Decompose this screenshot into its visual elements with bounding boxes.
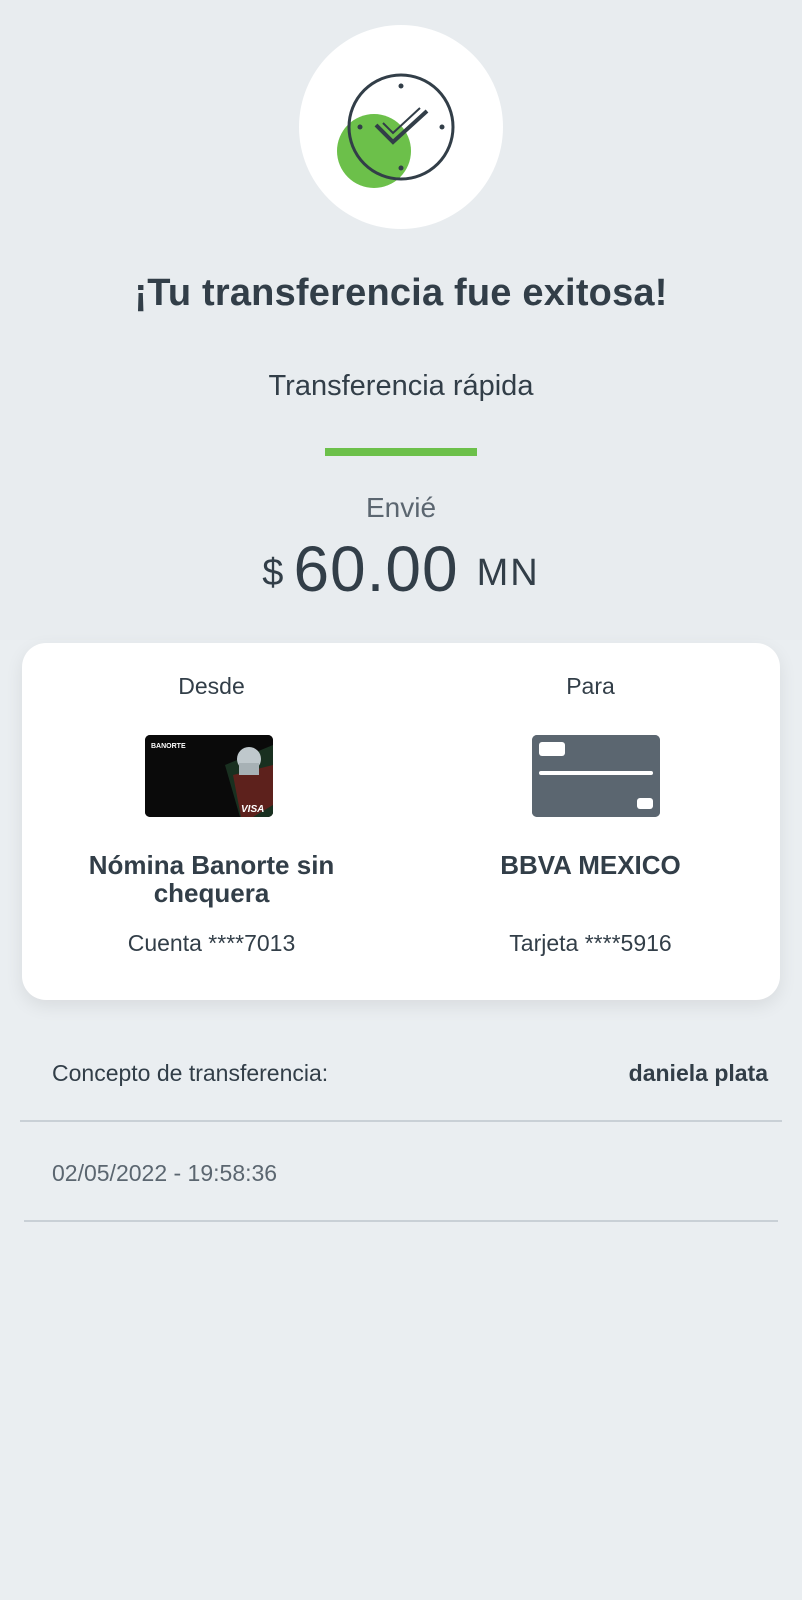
from-heading: Desde [178,673,245,699]
currency-symbol: $ [262,552,284,594]
from-account: Desde BANORTE VISA Nómina Banorte sin ch… [22,643,401,1000]
success-title: ¡Tu transferencia fue exitosa! [134,272,668,314]
concept-label: Concepto de transferencia: [52,1060,329,1086]
card-brand: BANORTE [151,743,186,750]
sent-label: Envié [365,492,437,523]
to-heading: Para [566,673,615,699]
from-account-number: Cuenta ****7013 [127,930,296,956]
currency-unit: MN [476,552,540,594]
transfer-datetime: 02/05/2022 - 19:58:36 [52,1160,278,1186]
accent-divider [325,448,477,456]
to-bank-name: BBVA MEXICO [500,850,681,880]
details-section [0,1022,802,1600]
divider [24,1220,778,1222]
generic-card-icon [532,735,660,817]
banorte-card-image: BANORTE VISA [145,735,273,817]
from-bank-name: Nómina Banorte sin chequera [88,850,335,908]
divider [20,1120,782,1122]
amount-display: $60.00 MN [0,532,802,606]
concept-value: daniela plata [628,1060,768,1086]
accounts-card: Desde BANORTE VISA Nómina Banorte sin ch… [22,643,780,1000]
to-account: Para BBVA MEXICO Tarjeta ****5916 [401,643,780,1000]
card-network: VISA [241,804,264,815]
transfer-type: Transferencia rápida [268,370,534,402]
success-icon [299,25,503,229]
to-account-number: Tarjeta ****5916 [509,930,672,956]
amount-value: 60.00 [293,533,459,605]
